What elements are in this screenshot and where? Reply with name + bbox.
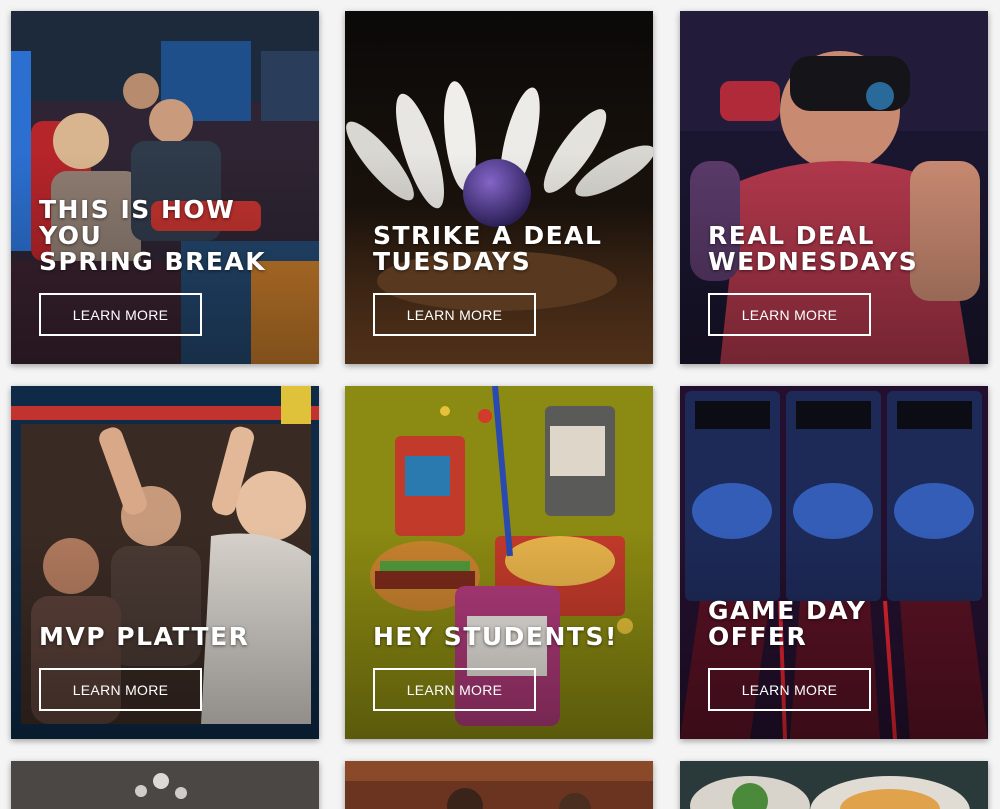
learn-more-button[interactable]: LEARN MORE: [39, 668, 202, 711]
food-photo: [680, 761, 988, 809]
promo-card-hey-students[interactable]: Hey Students! LEARN MORE: [345, 386, 653, 739]
promo-card-partial[interactable]: [680, 761, 988, 809]
learn-more-button[interactable]: LEARN MORE: [708, 668, 871, 711]
learn-more-button[interactable]: LEARN MORE: [708, 293, 871, 336]
promo-title: Hey Students!: [373, 622, 618, 651]
learn-more-button[interactable]: LEARN MORE: [39, 293, 202, 336]
restaurant-photo: [345, 761, 653, 809]
chandelier-photo: [11, 761, 319, 809]
promo-card-partial[interactable]: [11, 761, 319, 809]
promo-title: Strike a deal Tuesdays: [373, 221, 603, 276]
promo-title: MVP Platter: [39, 622, 250, 651]
promo-card-real-deal[interactable]: Real Deal Wednesdays LEARN MORE: [680, 11, 988, 364]
promo-card-strike-a-deal[interactable]: Strike a deal Tuesdays LEARN MORE: [345, 11, 653, 364]
learn-more-button[interactable]: LEARN MORE: [373, 293, 536, 336]
learn-more-button[interactable]: LEARN MORE: [373, 668, 536, 711]
promo-card-mvp-platter[interactable]: MVP Platter LEARN MORE: [11, 386, 319, 739]
promo-grid: This is how you spring break LEARN MORE: [0, 0, 1000, 809]
promo-card-partial[interactable]: [345, 761, 653, 809]
promo-title: This is how you spring break: [39, 195, 267, 276]
promo-card-spring-break[interactable]: This is how you spring break LEARN MORE: [11, 11, 319, 364]
promo-title: Real Deal Wednesdays: [708, 221, 919, 276]
promo-title: Game Day Offer: [708, 596, 867, 651]
promo-card-game-day[interactable]: Game Day Offer LEARN MORE: [680, 386, 988, 739]
